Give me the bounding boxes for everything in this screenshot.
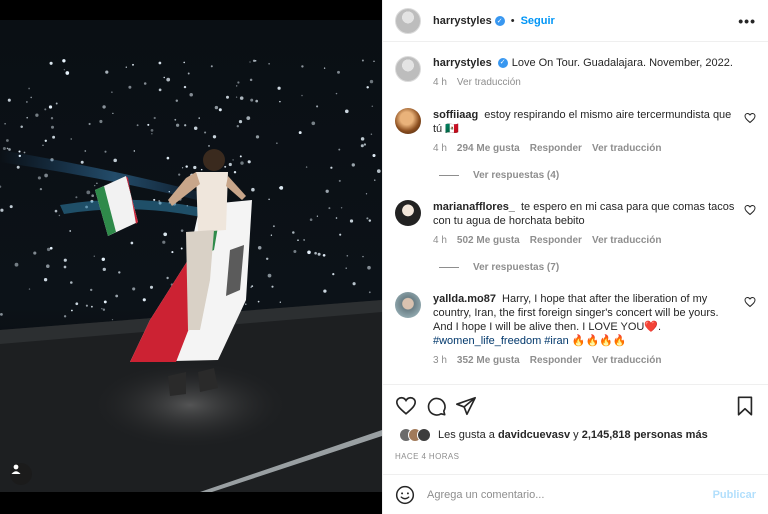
avatar[interactable] [395, 108, 421, 134]
author-username[interactable]: harrystyles [433, 15, 492, 27]
comment-icon[interactable] [425, 395, 447, 417]
comment-input[interactable] [427, 488, 713, 501]
user-tag-button[interactable] [10, 463, 32, 485]
verified-badge-icon: ✓ [494, 15, 505, 26]
verified-badge-icon: ✓ [497, 58, 508, 69]
caption-time[interactable]: 4 h [433, 76, 447, 90]
user-tag-icon [11, 464, 21, 474]
comment-time[interactable]: 4 h [433, 142, 447, 156]
comment-item: yallda.mo87 Harry, I hope that after the… [395, 292, 756, 368]
view-replies-label[interactable]: Ver respuestas (4) [473, 170, 559, 181]
translate-button[interactable]: Ver traducción [592, 234, 661, 248]
caption-translate[interactable]: Ver traducción [457, 76, 521, 90]
likes-prefix: Les gusta a [438, 429, 495, 441]
comment-time[interactable]: 3 h [433, 354, 447, 368]
heart-icon[interactable] [395, 395, 417, 417]
replies-line [439, 175, 459, 176]
bookmark-icon[interactable] [734, 395, 756, 417]
smiley-icon[interactable] [395, 485, 415, 505]
avatar[interactable] [395, 56, 421, 82]
comment-username[interactable]: marianafflores_ [433, 201, 515, 213]
post-photo[interactable] [0, 0, 382, 514]
comment-likes[interactable]: 502 Me gusta [457, 234, 520, 248]
heart-icon[interactable] [744, 204, 756, 216]
comment-item: soffiiaag estoy respirando el mismo aire… [395, 108, 756, 156]
heart-icon[interactable] [744, 112, 756, 124]
post-modal: harrystyles ✓ • Seguir ••• harrystyles ✓ L… [0, 0, 768, 514]
likes-user[interactable]: davidcuevasv [498, 429, 570, 441]
view-replies-button[interactable]: Ver respuestas (7) [439, 262, 559, 273]
comment-likes[interactable]: 352 Me gusta [457, 354, 520, 368]
translate-button[interactable]: Ver traducción [592, 142, 661, 156]
separator-dot: • [510, 14, 515, 27]
comments-list[interactable]: harrystyles ✓ Love On Tour. Guadalajara. N… [383, 42, 768, 384]
more-options-icon[interactable]: ••• [738, 13, 756, 29]
publish-button[interactable]: Publicar [713, 489, 756, 501]
view-replies-label[interactable]: Ver respuestas (7) [473, 262, 559, 273]
avatar [417, 428, 431, 442]
avatar[interactable] [395, 292, 421, 318]
likes-text: Les gusta a davidcuevasv y 2,145,818 per… [438, 429, 708, 441]
translate-button[interactable]: Ver traducción [592, 354, 661, 368]
comment-likes[interactable]: 294 Me gusta [457, 142, 520, 156]
follow-button[interactable]: Seguir [521, 15, 555, 27]
post-header: harrystyles ✓ • Seguir ••• [383, 0, 768, 42]
heart-icon[interactable] [744, 296, 756, 308]
paper-plane-icon[interactable] [455, 395, 477, 417]
comment-username[interactable]: yallda.mo87 [433, 293, 496, 305]
avatar[interactable] [395, 200, 421, 226]
comment-username[interactable]: soffiiaag [433, 109, 478, 121]
likes-count[interactable]: 2,145,818 personas más [582, 429, 708, 441]
concert-image [0, 0, 382, 514]
comment-hashtags[interactable]: #women_life_freedom #iran 🔥🔥🔥🔥 [433, 334, 736, 348]
likes-summary: Les gusta a davidcuevasv y 2,145,818 per… [399, 428, 708, 442]
view-replies-button[interactable]: Ver respuestas (4) [439, 170, 559, 181]
replies-line [439, 267, 459, 268]
caption-text: Love On Tour. Guadalajara. November, 202… [511, 57, 733, 69]
reply-button[interactable]: Responder [530, 142, 582, 156]
comment-item: marianafflores_ te espero en mi casa par… [395, 200, 756, 248]
reply-button[interactable]: Responder [530, 354, 582, 368]
caption: harrystyles ✓ Love On Tour. Guadalajara. N… [395, 56, 756, 90]
caption-username[interactable]: harrystyles [433, 57, 492, 69]
add-comment-bar: Publicar [383, 474, 768, 514]
avatar[interactable] [395, 7, 421, 34]
likes-middle: y [573, 429, 579, 441]
post-panel: harrystyles ✓ • Seguir ••• harrystyles ✓ L… [382, 0, 768, 514]
reply-button[interactable]: Responder [530, 234, 582, 248]
comment-time[interactable]: 4 h [433, 234, 447, 248]
post-actions: Les gusta a davidcuevasv y 2,145,818 per… [383, 384, 768, 470]
post-timestamp[interactable]: HACE 4 HORAS [395, 452, 459, 461]
